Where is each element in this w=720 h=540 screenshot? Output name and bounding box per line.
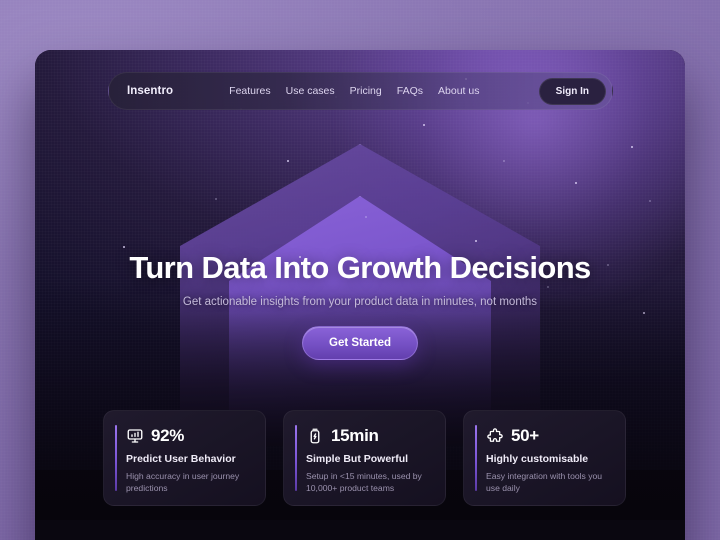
feature-stat-row: 50+ [486,426,611,446]
feature-stat-value: 50+ [511,426,539,445]
accent-bar [295,425,297,491]
feature-description: High accuracy in user journey prediction… [126,471,240,494]
hero-headline: Turn Data Into Growth Decisions [129,250,591,285]
nav-links: Features Use cases Pricing FAQs About us [229,85,479,97]
feature-description: Easy integration with tools you use dail… [486,471,603,494]
presentation-chart-icon [126,427,144,445]
nav-item-use-cases[interactable]: Use cases [286,85,335,97]
get-started-button[interactable]: Get Started [302,326,418,360]
landing-page-card: Insentro Features Use cases Pricing FAQs… [35,50,685,540]
feature-title: Simple But Powerful [306,453,409,465]
nav-item-about-us[interactable]: About us [438,85,479,97]
nav-item-faqs[interactable]: FAQs [397,85,423,97]
navbar: Insentro Features Use cases Pricing FAQs… [108,72,613,110]
feature-title: Highly customisable [486,453,589,465]
nav-item-features[interactable]: Features [229,85,270,97]
feature-card-list: 92% Predict User Behavior High accuracy … [103,410,626,506]
hero-section: Turn Data Into Growth Decisions Get acti… [35,250,685,360]
feature-stat-value: 92% [151,426,185,445]
feature-description: Setup in <15 minutes, used by 10,000+ pr… [306,471,422,494]
feature-stat-row: 15min [306,426,431,446]
sign-in-button[interactable]: Sign In [538,77,606,105]
feature-stat-value: 15min [331,426,379,445]
brand-logo[interactable]: Insentro [127,85,173,97]
feature-title: Predict User Behavior [126,453,236,465]
feature-stat-row: 92% [126,426,251,446]
feature-card-simple-but-powerful[interactable]: 15min Simple But Powerful Setup in <15 m… [283,410,446,506]
feature-card-predict-user-behavior[interactable]: 92% Predict User Behavior High accuracy … [103,410,266,506]
hero-subheadline: Get actionable insights from your produc… [182,296,538,308]
battery-charging-icon [306,427,324,445]
accent-bar [115,425,117,491]
puzzle-piece-icon [486,427,504,445]
feature-card-highly-customisable[interactable]: 50+ Highly customisable Easy integration… [463,410,626,506]
nav-item-pricing[interactable]: Pricing [350,85,382,97]
accent-bar [475,425,477,491]
